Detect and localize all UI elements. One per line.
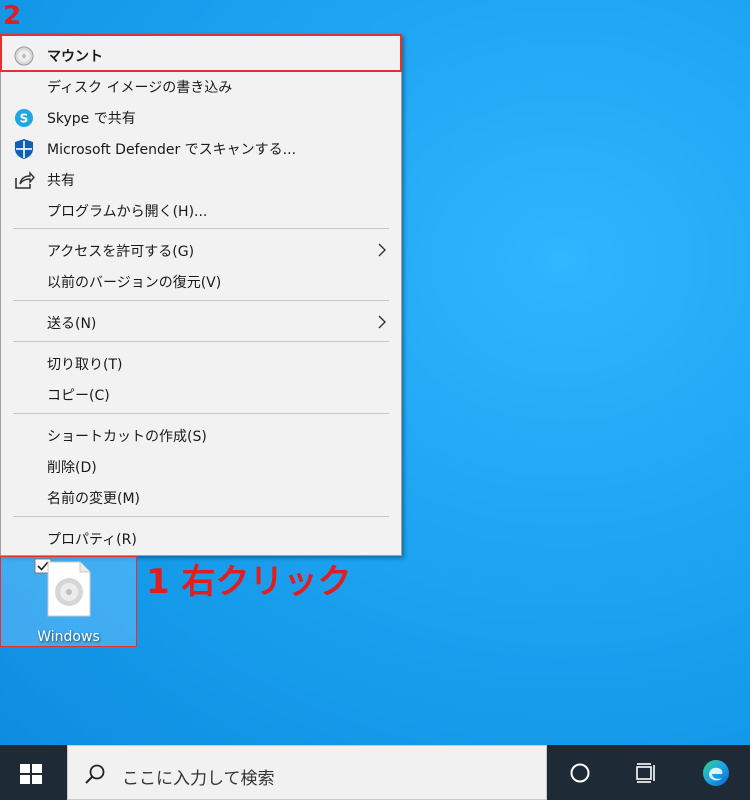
menu-item-cut[interactable]: 切り取り(T)	[1, 348, 401, 378]
svg-text:S: S	[20, 112, 29, 126]
menu-item-label: 送る(N)	[47, 316, 97, 332]
search-icon	[85, 764, 105, 784]
context-menu: マウント ディスク イメージの書き込み S Skype で共有 Microsof…	[0, 34, 402, 556]
menu-item-label: 切り取り(T)	[47, 357, 123, 373]
menu-item-restore-previous-versions[interactable]: 以前のバージョンの復元(V)	[1, 266, 401, 296]
edge-icon[interactable]	[700, 757, 732, 789]
menu-separator	[13, 413, 389, 414]
search-placeholder: ここに入力して検索	[122, 769, 275, 789]
menu-item-label: 名前の変更(M)	[47, 491, 141, 507]
menu-item-copy[interactable]: コピー(C)	[1, 379, 401, 409]
cortana-circle-icon[interactable]	[569, 762, 591, 784]
step-2-label: 2	[3, 1, 22, 31]
menu-item-label: ディスク イメージの書き込み	[47, 80, 233, 96]
menu-item-share[interactable]: 共有	[1, 164, 401, 194]
mount-highlight-box	[0, 34, 402, 72]
task-view-icon[interactable]	[634, 761, 658, 785]
menu-item-label: 削除(D)	[47, 460, 97, 476]
windows-logo-icon[interactable]	[20, 764, 42, 784]
menu-separator	[13, 228, 389, 229]
menu-item-label: ショートカットの作成(S)	[47, 429, 207, 445]
chevron-right-icon	[378, 315, 386, 329]
menu-item-create-shortcut[interactable]: ショートカットの作成(S)	[1, 420, 401, 450]
menu-item-burn-disc-image[interactable]: ディスク イメージの書き込み	[1, 71, 401, 101]
menu-item-label: Skype で共有	[47, 111, 136, 127]
menu-item-label: 共有	[47, 173, 75, 189]
menu-item-rename[interactable]: 名前の変更(M)	[1, 482, 401, 512]
menu-item-give-access[interactable]: アクセスを許可する(G)	[1, 235, 401, 265]
defender-shield-icon	[15, 139, 33, 159]
menu-item-defender-scan[interactable]: Microsoft Defender でスキャンする...	[1, 133, 401, 163]
disc-image-file-icon	[47, 561, 91, 617]
step-1-label: 1 右クリック	[146, 562, 352, 602]
menu-separator	[13, 516, 389, 517]
skype-icon: S	[15, 109, 33, 127]
menu-item-label: 以前のバージョンの復元(V)	[47, 275, 222, 291]
menu-separator	[13, 341, 389, 342]
menu-item-label: プログラムから開く(H)...	[47, 204, 208, 220]
menu-separator	[13, 300, 389, 301]
menu-item-send-to[interactable]: 送る(N)	[1, 307, 401, 337]
menu-item-label: プロパティ(R)	[47, 532, 137, 548]
chevron-right-icon	[378, 243, 386, 257]
menu-item-label: Microsoft Defender でスキャンする...	[47, 142, 297, 158]
menu-item-label: アクセスを許可する(G)	[47, 244, 195, 260]
menu-item-share-skype[interactable]: S Skype で共有	[1, 102, 401, 132]
menu-item-delete[interactable]: 削除(D)	[1, 451, 401, 481]
menu-item-properties[interactable]: プロパティ(R)	[1, 523, 401, 553]
desktop-file-label: Windows	[37, 629, 100, 645]
menu-item-open-with[interactable]: プログラムから開く(H)...	[1, 195, 401, 225]
share-icon	[15, 171, 35, 189]
menu-item-label: コピー(C)	[47, 388, 110, 404]
